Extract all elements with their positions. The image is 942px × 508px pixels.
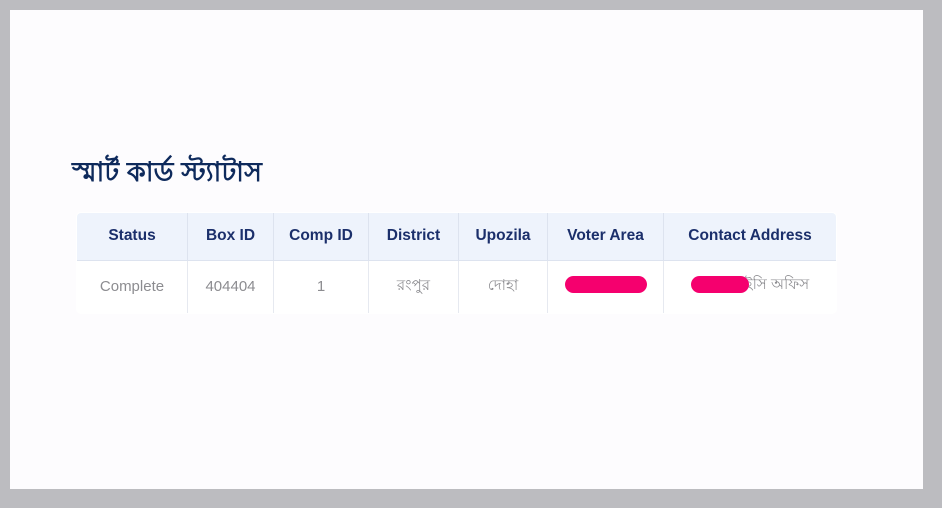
table-header: Status Box ID Comp ID District Upozila V… (77, 213, 836, 261)
smart-card-status-table: Status Box ID Comp ID District Upozila V… (76, 212, 837, 314)
column-header-comp-id: Comp ID (273, 213, 369, 261)
table-row: Complete 404404 1 রংপুর দোহা ইসি অফিস (77, 260, 836, 313)
voter-area-content (564, 276, 647, 293)
cell-status: Complete (77, 260, 188, 313)
table-body: Complete 404404 1 রংপুর দোহা ইসি অফিস (77, 260, 836, 313)
cell-contact-address: ইসি অফিস (663, 260, 836, 313)
column-header-status: Status (77, 213, 188, 261)
column-header-upozila: Upozila (458, 213, 548, 261)
cell-box-id: 404404 (187, 260, 274, 313)
column-header-district: District (368, 213, 459, 261)
contact-address-visible-text: ইসি অফিস (744, 276, 810, 293)
contact-address-content: ইসি অফিস (690, 276, 810, 293)
page-title: স্মার্ট কার্ড স্ট্যাটাস (72, 157, 263, 188)
redaction-bar-icon (690, 276, 749, 293)
page-canvas: স্মার্ট কার্ড স্ট্যাটাস Status Box ID Co… (10, 10, 923, 489)
cell-comp-id: 1 (273, 260, 369, 313)
window-frame: স্মার্ট কার্ড স্ট্যাটাস Status Box ID Co… (0, 0, 942, 508)
cell-upozila: দোহা (458, 260, 548, 313)
column-header-box-id: Box ID (187, 213, 274, 261)
table-header-row: Status Box ID Comp ID District Upozila V… (77, 213, 836, 261)
column-header-contact-address: Contact Address (663, 213, 836, 261)
cell-voter-area (547, 260, 664, 313)
column-header-voter-area: Voter Area (547, 213, 664, 261)
smart-card-status-table-container: Status Box ID Comp ID District Upozila V… (76, 212, 837, 314)
redaction-bar-icon (564, 276, 647, 293)
cell-district: রংপুর (368, 260, 459, 313)
